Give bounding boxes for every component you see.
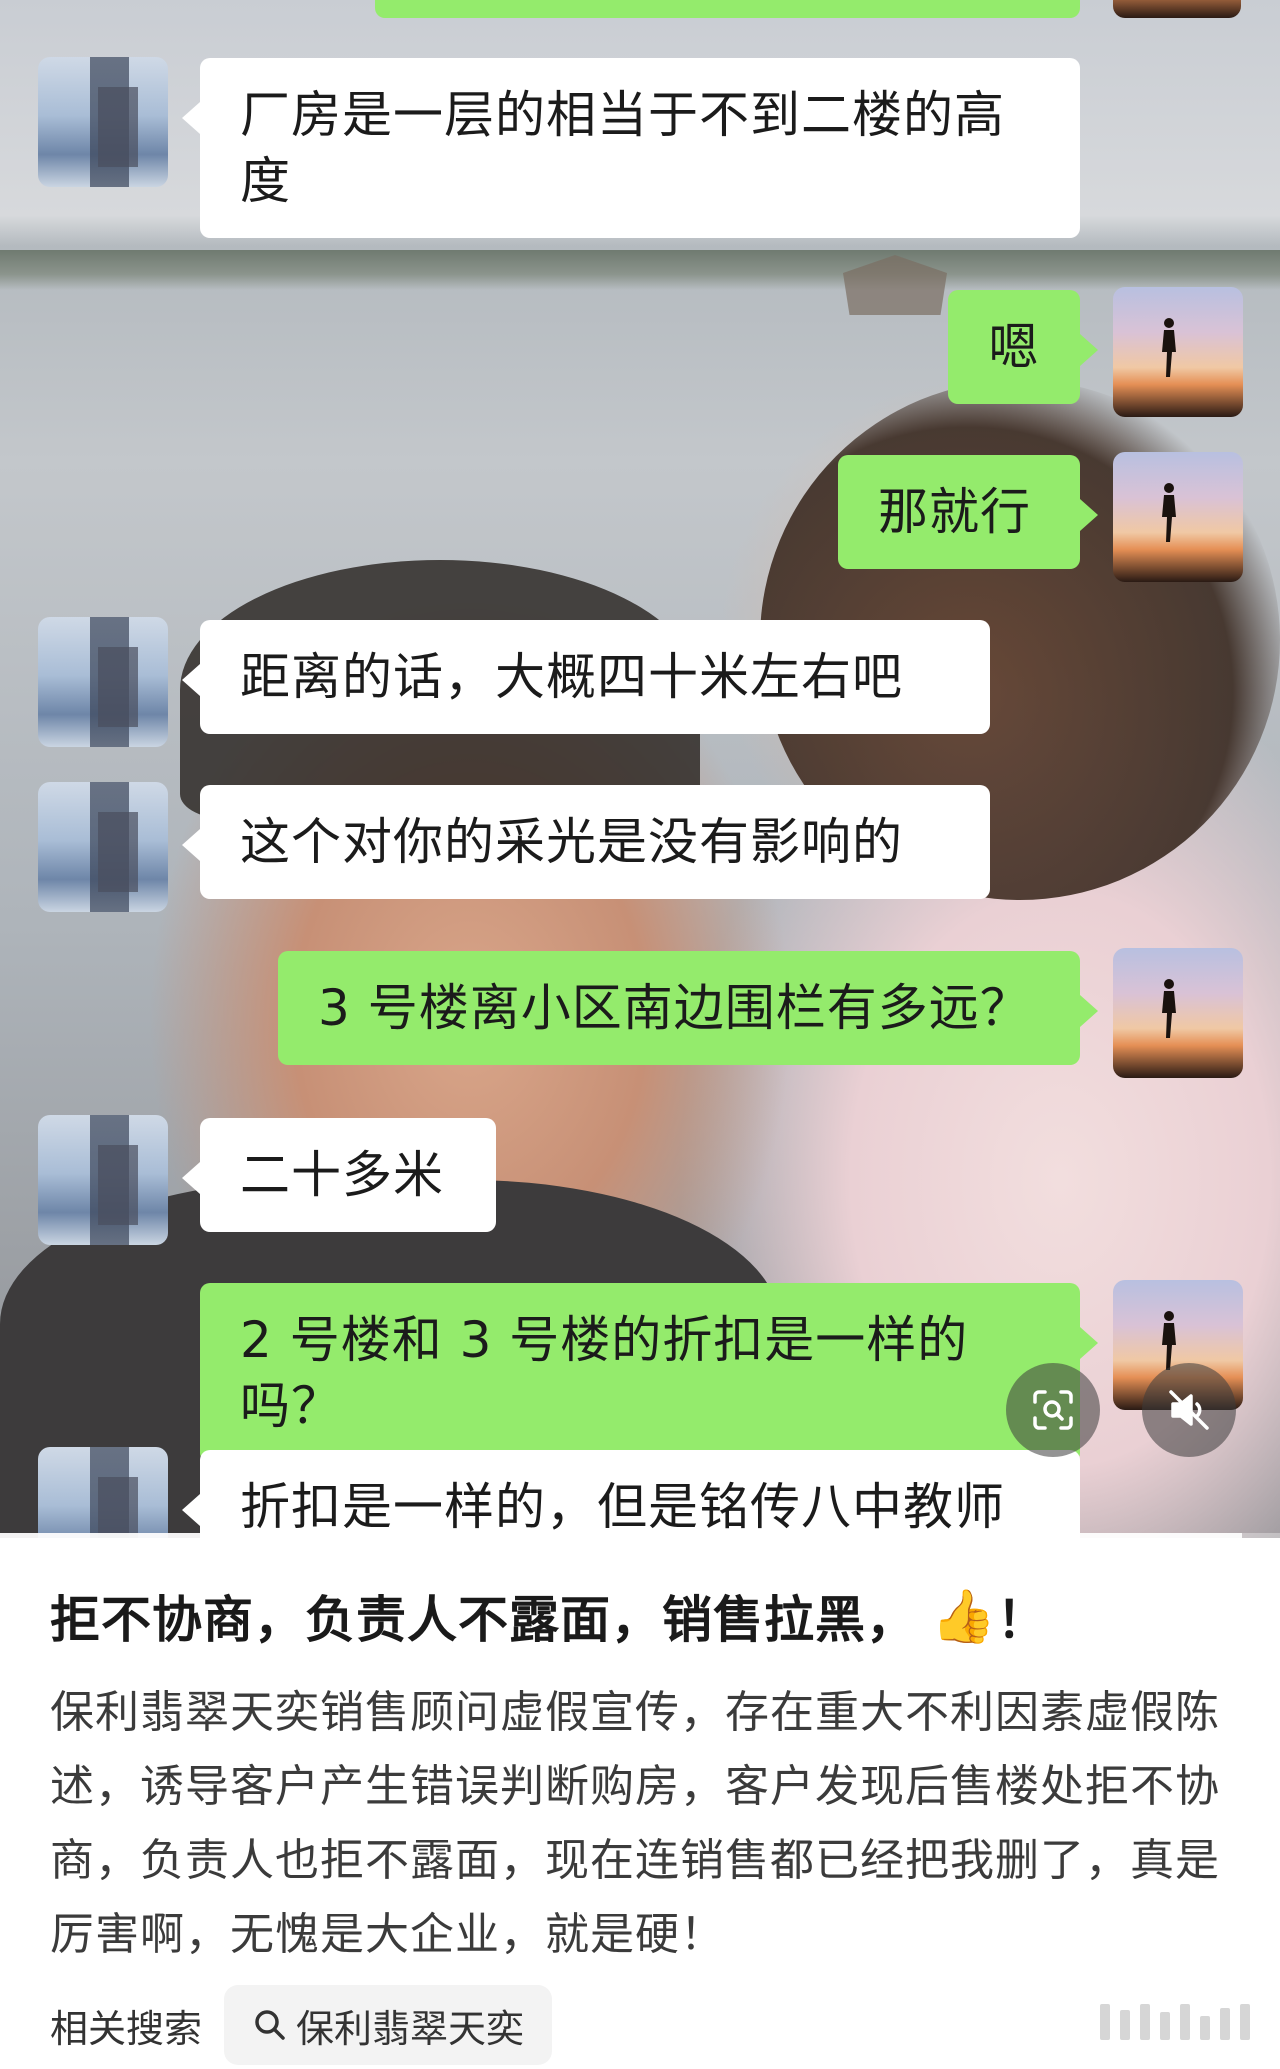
related-search-label: 相关搜索 bbox=[50, 2006, 203, 2051]
avatar-self bbox=[1113, 948, 1243, 1078]
chat-message: 距离的话，大概四十米左右吧 bbox=[182, 620, 990, 734]
chat-message: 嗯 bbox=[948, 290, 1098, 404]
post-title-end: ！ bbox=[996, 1591, 1048, 1649]
chat-message: 2 号楼和 3 号楼的折扣是一样的吗？ bbox=[200, 1283, 1098, 1463]
scan-button[interactable] bbox=[1006, 1363, 1100, 1457]
chat-message: 那就行 bbox=[838, 455, 1098, 569]
scan-icon bbox=[1033, 1390, 1073, 1430]
search-icon bbox=[255, 2010, 285, 2040]
avatar-contact bbox=[38, 617, 168, 747]
related-search: 相关搜索 保利翡翠天奕 bbox=[50, 1985, 553, 2065]
related-search-chip[interactable]: 保利翡翠天奕 bbox=[224, 1985, 553, 2065]
video-player[interactable]: 厂房是一层的相当于不到二楼的高 度 嗯 那就行 距离的话，大概四十米左右吧 这个… bbox=[0, 0, 1280, 1538]
related-search-query: 保利翡翠天奕 bbox=[296, 2006, 525, 2051]
chat-bubble-partial bbox=[375, 0, 1080, 18]
post-title: 拒不协商，负责人不露面，销售拉黑， 👍 ！ bbox=[50, 1580, 1048, 1652]
avatar-self bbox=[1113, 452, 1243, 582]
post-title-text: 拒不协商，负责人不露面，销售拉黑， bbox=[50, 1591, 917, 1649]
video-progress-bar[interactable] bbox=[0, 1533, 1280, 1538]
chat-message: 这个对你的采光是没有影响的 bbox=[182, 785, 990, 899]
mute-button[interactable] bbox=[1142, 1363, 1236, 1457]
chat-message: 厂房是一层的相当于不到二楼的高 度 bbox=[182, 58, 1080, 238]
background-shoreline bbox=[0, 250, 1280, 290]
avatar-contact bbox=[38, 1115, 168, 1245]
thumbs-up-icon: 👍 bbox=[931, 1586, 997, 1647]
avatar-contact bbox=[38, 782, 168, 912]
avatar-contact bbox=[38, 57, 168, 187]
chat-message: 二十多米 bbox=[182, 1118, 496, 1232]
watermark-bars-icon bbox=[1100, 2004, 1250, 2040]
avatar-contact bbox=[38, 1447, 168, 1538]
avatar-self bbox=[1113, 0, 1241, 18]
avatar-self bbox=[1113, 287, 1243, 417]
mute-icon bbox=[1169, 1390, 1209, 1430]
chat-message: 折扣是一样的，但是铭传八中教师 bbox=[182, 1450, 1080, 1538]
walker-icon bbox=[1162, 483, 1176, 542]
walker-icon bbox=[1162, 979, 1176, 1038]
post-body: 保利翡翠天奕销售顾问虚假宣传，存在重大不利因素虚假陈述，诱导客户产生错误判断购房… bbox=[50, 1687, 1220, 1960]
video-progress-fill bbox=[0, 1533, 1242, 1538]
chat-message: 3 号楼离小区南边围栏有多远？ bbox=[278, 951, 1098, 1065]
walker-icon bbox=[1162, 1311, 1176, 1370]
walker-icon bbox=[1162, 318, 1176, 377]
